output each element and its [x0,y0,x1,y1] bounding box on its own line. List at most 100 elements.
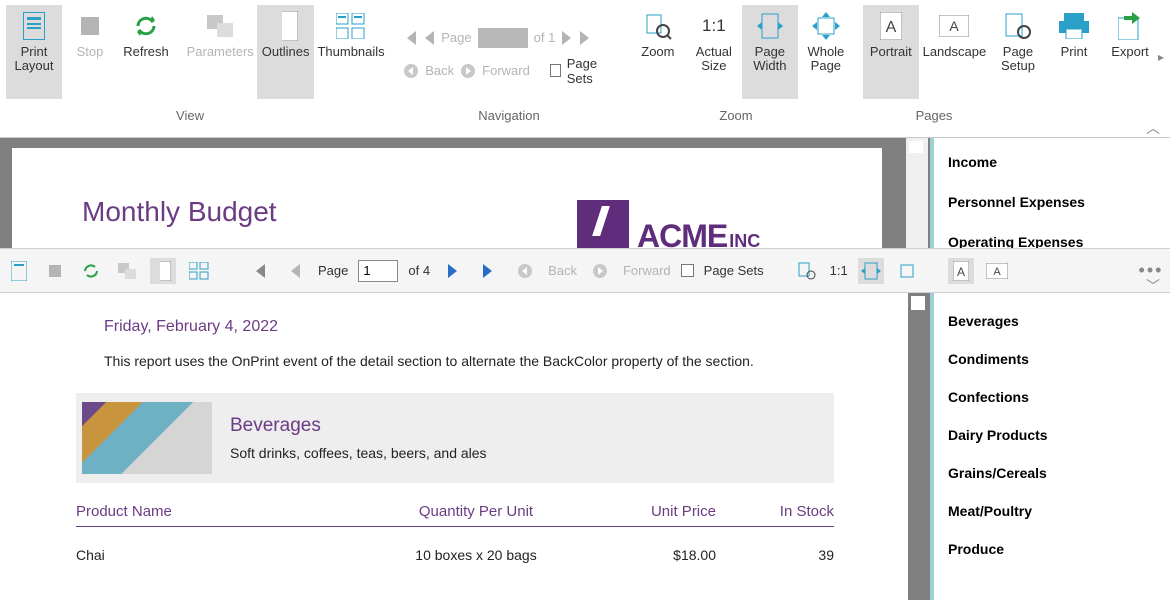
back-icon[interactable] [403,63,419,79]
outline-item[interactable]: Condiments [948,351,1166,367]
outline-item[interactable]: Meat/Poultry [948,503,1166,519]
group-nav-label: Navigation [380,108,638,123]
outlines-button[interactable]: Outlines [257,5,313,99]
zoom-small-icon[interactable] [794,258,820,284]
refresh-button[interactable]: Refresh [118,5,174,99]
back-small-icon[interactable] [512,258,538,284]
whole-page-small-icon[interactable] [894,258,920,284]
stop-button[interactable]: Stop [62,5,118,99]
forward-small-icon[interactable] [587,258,613,284]
report-viewport-top: Monthly Budget ACME INC [0,138,930,248]
print-layout-small-icon[interactable] [6,258,32,284]
prev-page-icon[interactable] [423,31,435,45]
group-pages-label: Pages [834,108,1034,123]
landscape-small-icon[interactable]: A [984,258,1010,284]
refresh-small-icon[interactable] [78,258,104,284]
scrollbar-2[interactable] [908,293,930,600]
overflow-chevron-icon[interactable]: ▸ [1158,50,1164,64]
page-sets-checkbox-2[interactable] [681,264,694,277]
export-button[interactable]: Export [1102,5,1158,99]
svg-text:A: A [957,265,965,279]
print-icon [1054,9,1094,43]
thumbnails-small-icon[interactable] [186,258,212,284]
next-page-small-icon[interactable] [440,258,466,284]
report-description: This report uses the OnPrint event of th… [104,353,754,369]
brand-suffix: INC [729,231,760,248]
toolbar2-collapse-icon[interactable]: ﹀ [1146,276,1164,290]
page-sets-checkbox[interactable] [550,64,561,77]
print-layout-icon [14,9,54,43]
outline-item[interactable]: Produce [948,541,1166,557]
page-input-2[interactable] [358,260,398,282]
forward-label-2: Forward [623,263,671,278]
export-icon [1110,9,1150,43]
prev-page-small-icon[interactable] [282,258,308,284]
onetoone-label-2[interactable]: 1:1 [830,263,848,278]
outline-item[interactable]: Confections [948,389,1166,405]
first-page-icon[interactable] [403,31,417,45]
outline-item[interactable]: Beverages [948,313,1166,329]
back-label-2: Back [548,263,577,278]
outlines-small-icon[interactable] [150,258,176,284]
of-label-2: of 4 [408,263,430,278]
portrait-label: Portrait [870,45,912,59]
parameters-small-icon[interactable] [114,258,140,284]
actual-size-button[interactable]: 1:1 Actual Size [686,5,742,99]
page-sets-label-2: Page Sets [704,263,764,278]
page-word: Page [441,30,471,45]
outlines-label: Outlines [262,45,310,59]
cell-price: $18.00 [576,547,716,563]
report-page-top: Monthly Budget ACME INC [12,148,882,248]
landscape-icon: A [934,9,974,43]
col-in-stock: In Stock [716,503,834,520]
first-page-small-icon[interactable] [246,258,272,284]
svg-text:A: A [993,266,1001,278]
ribbon-collapse-icon[interactable]: ︿ [1146,118,1164,132]
print-button[interactable]: Print [1046,5,1102,99]
parameters-button[interactable]: Parameters [183,5,258,99]
stop-label: Stop [77,45,104,59]
report-title: Monthly Budget [82,196,277,228]
whole-page-button[interactable]: Whole Page [798,5,854,99]
refresh-icon [126,9,166,43]
page-width-small-icon[interactable] [858,258,884,284]
whole-page-label: Whole Page [807,45,844,73]
report-date: Friday, February 4, 2022 [104,318,278,336]
thumbnails-icon [331,9,371,43]
of-label-top: of 1 [534,30,556,45]
outline-item[interactable]: Personnel Expenses [948,194,1166,210]
forward-icon[interactable] [460,63,476,79]
category-subtitle: Soft drinks, coffees, teas, beers, and a… [230,445,487,461]
next-page-icon[interactable] [561,31,573,45]
outline-item[interactable]: Dairy Products [948,427,1166,443]
page-width-button[interactable]: Page Width [742,5,798,99]
report-viewport-2: Friday, February 4, 2022 This report use… [0,293,908,600]
page-setup-icon [998,9,1038,43]
zoom-button[interactable]: Zoom [630,5,686,99]
parameters-label: Parameters [187,45,254,59]
table-header: Product Name Quantity Per Unit Unit Pric… [76,503,834,527]
landscape-button[interactable]: A Landscape [919,5,990,99]
whole-page-icon [806,9,846,43]
page-input-top[interactable] [478,28,528,48]
last-page-icon[interactable] [579,31,593,45]
page-setup-button[interactable]: Page Setup [990,5,1046,99]
zoom-icon [638,9,678,43]
back-label: Back [425,63,454,78]
scrollbar-top[interactable] [906,138,928,248]
col-product-name: Product Name [76,503,376,520]
stop-small-icon[interactable] [42,258,68,284]
outline-item[interactable]: Grains/Cereals [948,465,1166,481]
portrait-button[interactable]: A Portrait [863,5,919,99]
last-page-small-icon[interactable] [476,258,502,284]
col-unit-price: Unit Price [576,503,716,520]
print-layout-button[interactable]: Print Layout [6,5,62,99]
portrait-small-icon[interactable]: A [948,258,974,284]
cell-stock: 39 [716,547,834,563]
outline-panel-2: Beverages Condiments Confections Dairy P… [930,293,1166,600]
outline-item[interactable]: Income [948,154,1166,170]
cell-qty: 10 boxes x 20 bags [376,547,576,563]
portrait-icon: A [871,9,911,43]
brand-name: ACME [637,220,727,248]
thumbnails-button[interactable]: Thumbnails [314,5,389,99]
